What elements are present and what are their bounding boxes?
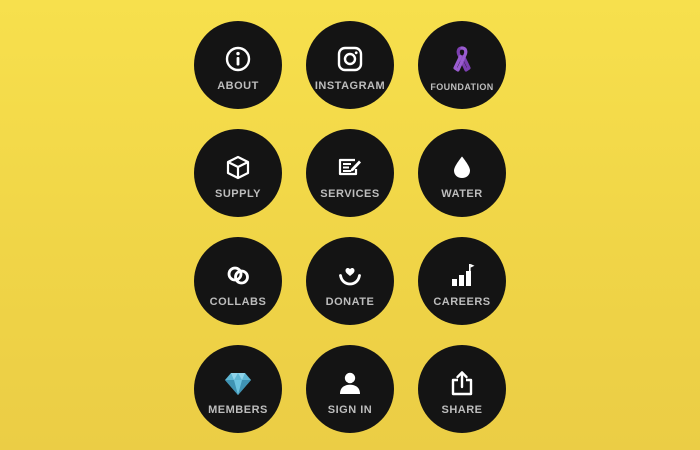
donate-button[interactable]: DONATE <box>306 237 394 325</box>
careers-label: CAREERS <box>433 296 491 308</box>
collabs-label: COLLABS <box>209 296 267 308</box>
heart-hand-icon <box>336 261 364 289</box>
share-button[interactable]: SHARE <box>418 345 506 433</box>
growth-chart-icon <box>448 261 476 289</box>
foundation-button[interactable]: FOUNDATION <box>418 21 506 109</box>
menu-grid: ABOUT INSTAGRAM FOUNDATION SUPPLY SERVIC… <box>194 21 506 433</box>
edit-note-icon <box>336 153 364 181</box>
instagram-button[interactable]: INSTAGRAM <box>306 21 394 109</box>
foundation-label: FOUNDATION <box>430 82 494 92</box>
sign-in-label: SIGN IN <box>327 404 373 416</box>
members-label: MEMBERS <box>208 404 268 416</box>
services-label: SERVICES <box>320 188 380 200</box>
share-label: SHARE <box>441 404 483 416</box>
careers-button[interactable]: CAREERS <box>418 237 506 325</box>
about-label: ABOUT <box>217 80 259 92</box>
services-button[interactable]: SERVICES <box>306 129 394 217</box>
rings-icon <box>224 261 252 289</box>
members-button[interactable]: MEMBERS <box>194 345 282 433</box>
water-drop-icon <box>448 153 476 181</box>
instagram-label: INSTAGRAM <box>314 80 386 92</box>
water-label: WATER <box>441 188 483 200</box>
box-icon <box>224 153 252 181</box>
donate-label: DONATE <box>325 296 375 308</box>
info-icon <box>224 45 252 73</box>
share-icon <box>448 369 476 397</box>
instagram-icon <box>336 45 364 73</box>
ribbon-icon <box>448 45 476 73</box>
supply-label: SUPPLY <box>214 188 261 200</box>
water-button[interactable]: WATER <box>418 129 506 217</box>
supply-button[interactable]: SUPPLY <box>194 129 282 217</box>
user-icon <box>336 369 364 397</box>
sign-in-button[interactable]: SIGN IN <box>306 345 394 433</box>
diamond-icon <box>224 369 252 397</box>
collabs-button[interactable]: COLLABS <box>194 237 282 325</box>
about-button[interactable]: ABOUT <box>194 21 282 109</box>
